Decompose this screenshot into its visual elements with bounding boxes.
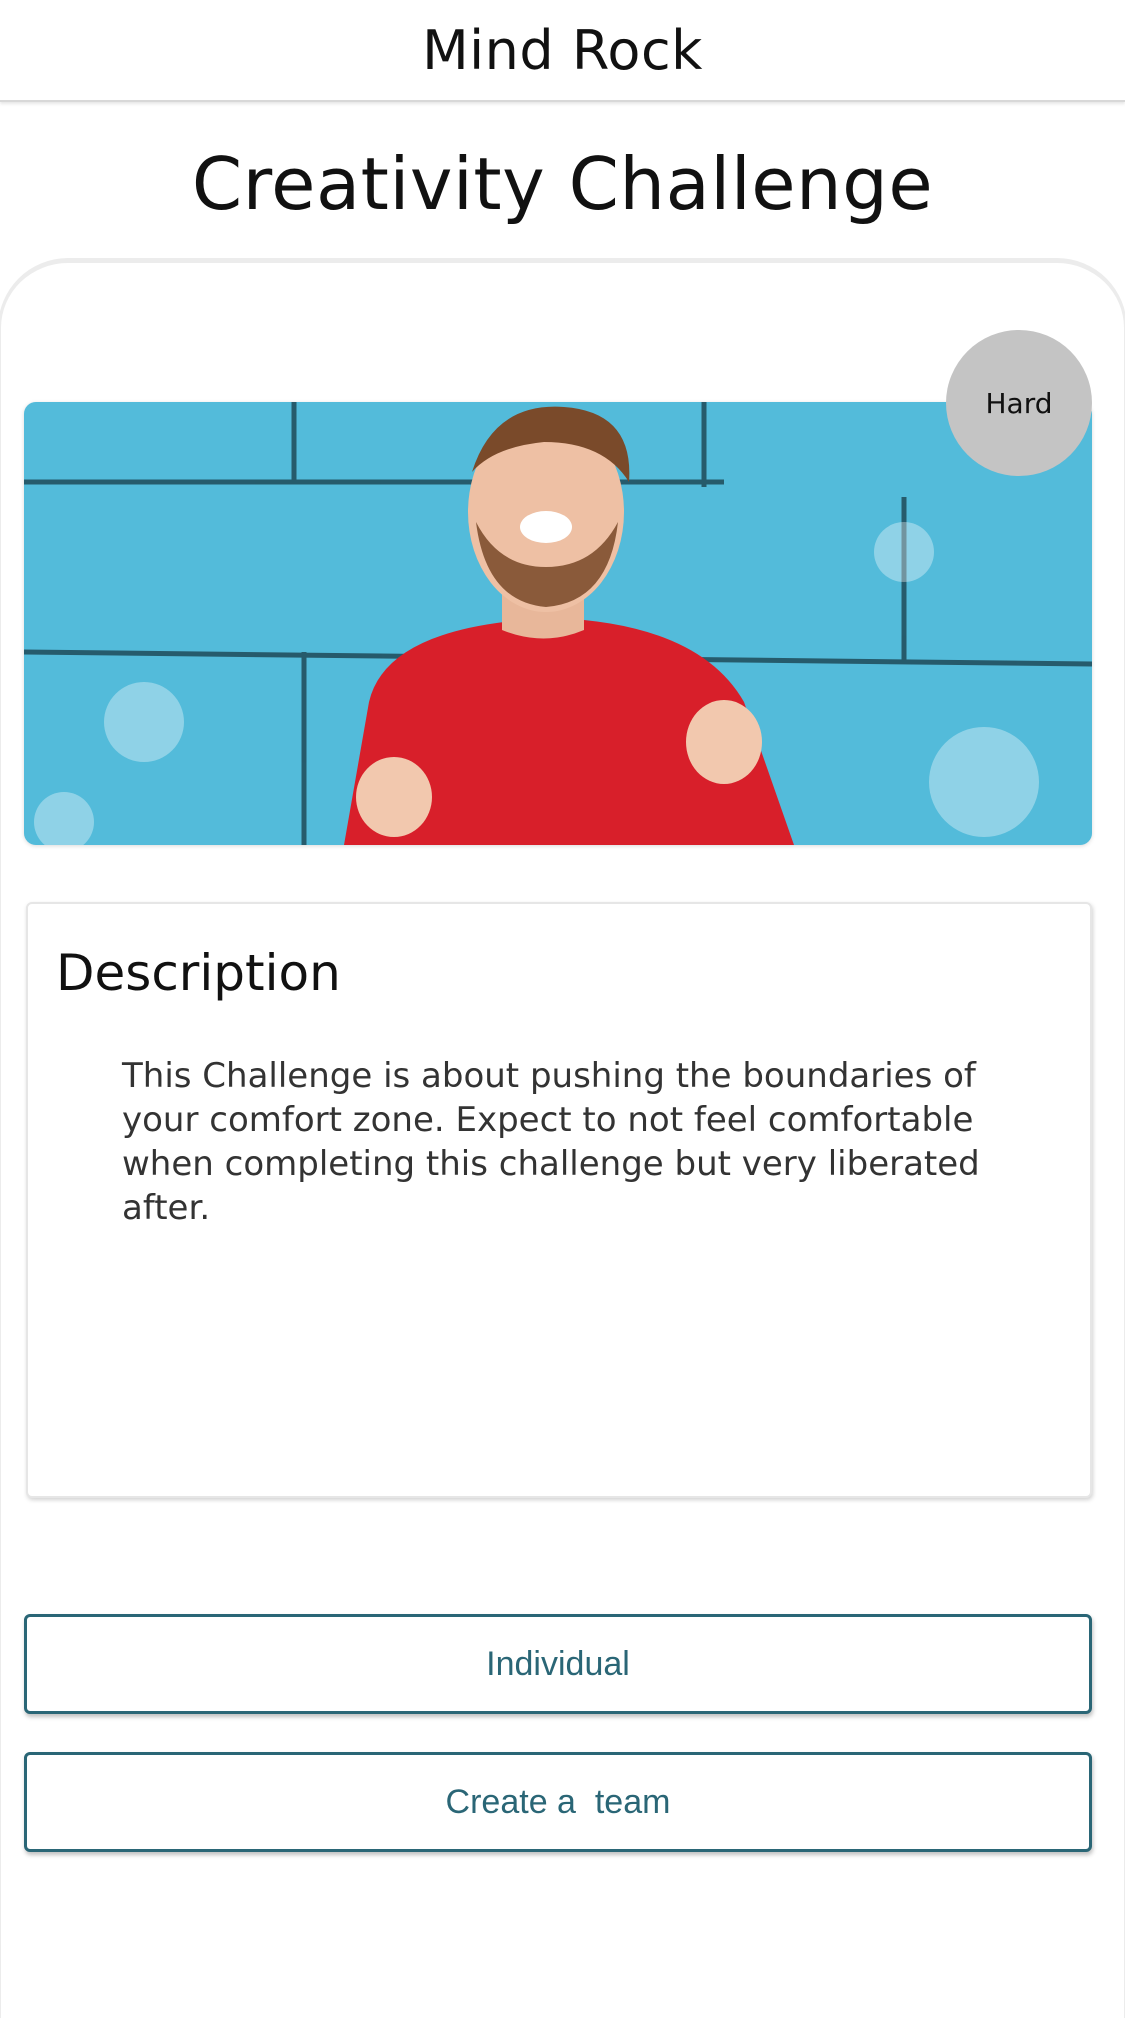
challenge-image	[24, 402, 1092, 845]
create-team-button[interactable]: Create a team	[24, 1752, 1092, 1852]
app-bar: Mind Rock	[0, 0, 1125, 102]
description-card: Description This Challenge is about push…	[26, 902, 1092, 1498]
individual-button[interactable]: Individual	[24, 1614, 1092, 1714]
description-heading: Description	[56, 944, 341, 1002]
page-title: Creativity Challenge	[191, 142, 934, 226]
description-text: This Challenge is about pushing the boun…	[122, 1056, 980, 1228]
challenge-photo	[24, 402, 1092, 845]
difficulty-badge: Hard	[946, 330, 1092, 476]
app-title: Mind Rock	[422, 18, 703, 82]
